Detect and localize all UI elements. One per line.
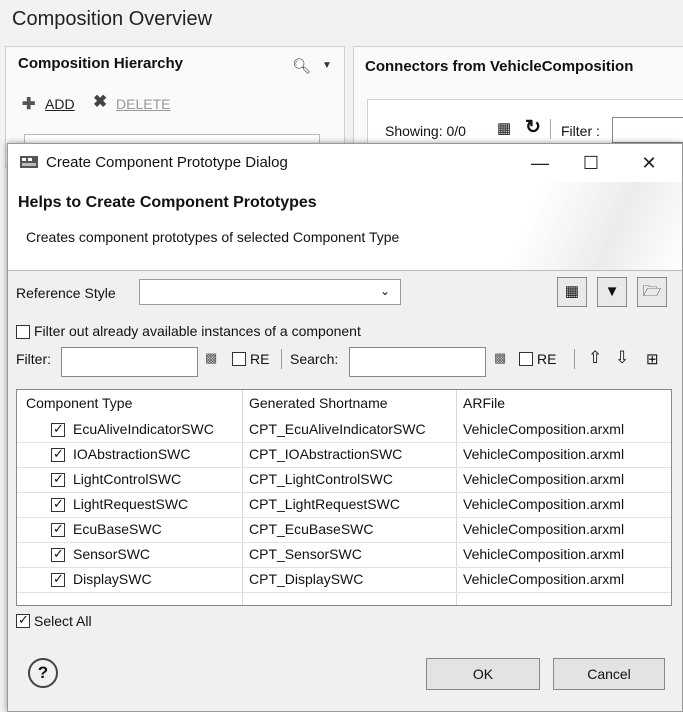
- filter-out-checkbox[interactable]: [16, 325, 30, 339]
- filter-input[interactable]: [61, 347, 198, 377]
- toolbar-divider: [574, 349, 575, 369]
- shortname-cell: CPT_SensorSWC: [249, 546, 362, 562]
- component-type-cell: EcuBaseSWC: [73, 521, 162, 537]
- arfile-cell: VehicleComposition.arxml: [463, 546, 625, 562]
- dialog-titlebar[interactable]: Create Component Prototype Dialog — ☐ ✕: [8, 144, 682, 182]
- table-row[interactable]: DisplaySWC CPT_DisplaySWC VehicleCompositi…: [17, 567, 671, 593]
- component-type-cell: IOAbstractionSWC: [73, 446, 191, 462]
- arfile-cell: VehicleComposition.arxml: [463, 521, 625, 537]
- toolbar-divider: [550, 119, 551, 139]
- table-row[interactable]: IOAbstractionSWC CPT_IOAbstractionSWC Vehi…: [17, 442, 671, 468]
- shortname-cell: CPT_LightRequestSWC: [249, 496, 400, 512]
- select-all-label: Select All: [34, 613, 92, 629]
- component-table: Component Type Generated Shortname ARFil…: [16, 389, 672, 606]
- composition-hierarchy-header: Composition Hierarchy: [18, 55, 184, 72]
- add-icon[interactable]: ✚: [22, 94, 35, 114]
- open-folder-button[interactable]: 🗁︎: [637, 277, 667, 307]
- cancel-button[interactable]: Cancel: [553, 658, 665, 690]
- arfile-cell: VehicleComposition.arxml: [463, 421, 625, 437]
- arfile-cell: VehicleComposition.arxml: [463, 446, 625, 462]
- help-icon[interactable]: ?: [28, 658, 58, 688]
- shortname-cell: CPT_DisplaySWC: [249, 571, 364, 587]
- component-type-cell: EcuAliveIndicatorSWC: [73, 421, 214, 437]
- row-checkbox[interactable]: [51, 448, 65, 462]
- row-checkbox[interactable]: [51, 498, 65, 512]
- row-checkbox[interactable]: [51, 548, 65, 562]
- add-link[interactable]: ADD: [45, 96, 75, 112]
- reference-style-label: Reference Style: [16, 285, 116, 301]
- connectors-header: Connectors from VehicleComposition: [365, 58, 634, 75]
- filter-label: Filter:: [16, 351, 51, 367]
- expand-all-icon[interactable]: ⊞: [646, 350, 659, 368]
- table-row[interactable]: LightRequestSWC CPT_LightRequestSWC Vehicl…: [17, 492, 671, 518]
- search-regex-checkbox[interactable]: [519, 352, 533, 366]
- close-button[interactable]: ✕: [629, 150, 669, 176]
- filter-regex-label: RE: [250, 351, 270, 367]
- row-checkbox[interactable]: [51, 423, 65, 437]
- shortname-cell: CPT_EcuAliveIndicatorSWC: [249, 421, 426, 437]
- showing-count: Showing: 0/0: [385, 123, 466, 139]
- table-row[interactable]: EcuBaseSWC CPT_EcuBaseSWC VehicleCompositi…: [17, 517, 671, 543]
- clear-search-icon[interactable]: ▩: [494, 350, 506, 366]
- clear-filter-icon[interactable]: ▩: [205, 350, 217, 366]
- row-checkbox[interactable]: [51, 573, 65, 587]
- grid-view-button[interactable]: ▦: [557, 277, 587, 307]
- search-input[interactable]: [349, 347, 486, 377]
- shortname-cell: CPT_EcuBaseSWC: [249, 521, 374, 537]
- search-label: Search:: [290, 351, 339, 367]
- select-all-checkbox[interactable]: [16, 614, 30, 628]
- delete-link[interactable]: DELETE: [116, 96, 170, 112]
- dialog-description: Creates component prototypes of selected…: [26, 229, 400, 245]
- arrow-up-icon[interactable]: ⇧: [588, 348, 602, 368]
- excel-export-icon[interactable]: ▦: [497, 119, 511, 137]
- shortname-cell: CPT_LightControlSWC: [249, 471, 393, 487]
- ok-button[interactable]: OK: [426, 658, 540, 690]
- refresh-icon[interactable]: ↻: [525, 116, 541, 139]
- arfile-cell: VehicleComposition.arxml: [463, 571, 625, 587]
- search-regex-label: RE: [537, 351, 557, 367]
- chevron-down-icon[interactable]: ⌄: [380, 284, 390, 298]
- create-component-prototype-dialog: Create Component Prototype Dialog — ☐ ✕ …: [7, 143, 683, 712]
- component-type-cell: LightRequestSWC: [73, 496, 189, 512]
- column-header-generated-shortname[interactable]: Generated Shortname: [249, 395, 388, 411]
- arfile-cell: VehicleComposition.arxml: [463, 496, 625, 512]
- toolbar-divider: [281, 349, 282, 369]
- maximize-button[interactable]: ☐: [571, 150, 611, 176]
- chevron-down-icon[interactable]: ▼: [322, 60, 332, 71]
- table-row[interactable]: EcuAliveIndicatorSWC CPT_EcuAliveIndicato…: [17, 417, 671, 443]
- shortname-cell: CPT_IOAbstractionSWC: [249, 446, 403, 462]
- connectors-filter-label: Filter :: [561, 123, 600, 139]
- filter-out-label: Filter out already available instances o…: [34, 323, 361, 339]
- table-row[interactable]: SensorSWC CPT_SensorSWC VehicleComposition…: [17, 542, 671, 568]
- column-header-component-type[interactable]: Component Type: [26, 395, 132, 411]
- connectors-filter-input[interactable]: [612, 117, 683, 143]
- column-header-arfile[interactable]: ARFile: [463, 395, 505, 411]
- delete-icon[interactable]: ✖: [93, 92, 107, 112]
- minimize-button[interactable]: —: [520, 150, 560, 176]
- arrow-down-icon[interactable]: ⇩: [615, 348, 629, 368]
- component-type-cell: DisplaySWC: [73, 571, 152, 587]
- filter-regex-checkbox[interactable]: [232, 352, 246, 366]
- table-row[interactable]: LightControlSWC CPT_LightControlSWC Vehicl…: [17, 467, 671, 493]
- editor-title: Composition Overview: [12, 8, 213, 30]
- filter-funnel-button[interactable]: ▼: [597, 277, 627, 307]
- dialog-title: Create Component Prototype Dialog: [46, 154, 288, 171]
- reference-style-select[interactable]: [139, 279, 401, 305]
- dialog-heading: Helps to Create Component Prototypes: [18, 194, 317, 211]
- search-icon[interactable]: 🔍︎: [292, 57, 311, 75]
- row-checkbox[interactable]: [51, 473, 65, 487]
- component-type-cell: LightControlSWC: [73, 471, 182, 487]
- arfile-cell: VehicleComposition.arxml: [463, 471, 625, 487]
- row-checkbox[interactable]: [51, 523, 65, 537]
- dialog-app-icon: [20, 156, 38, 168]
- component-type-cell: SensorSWC: [73, 546, 151, 562]
